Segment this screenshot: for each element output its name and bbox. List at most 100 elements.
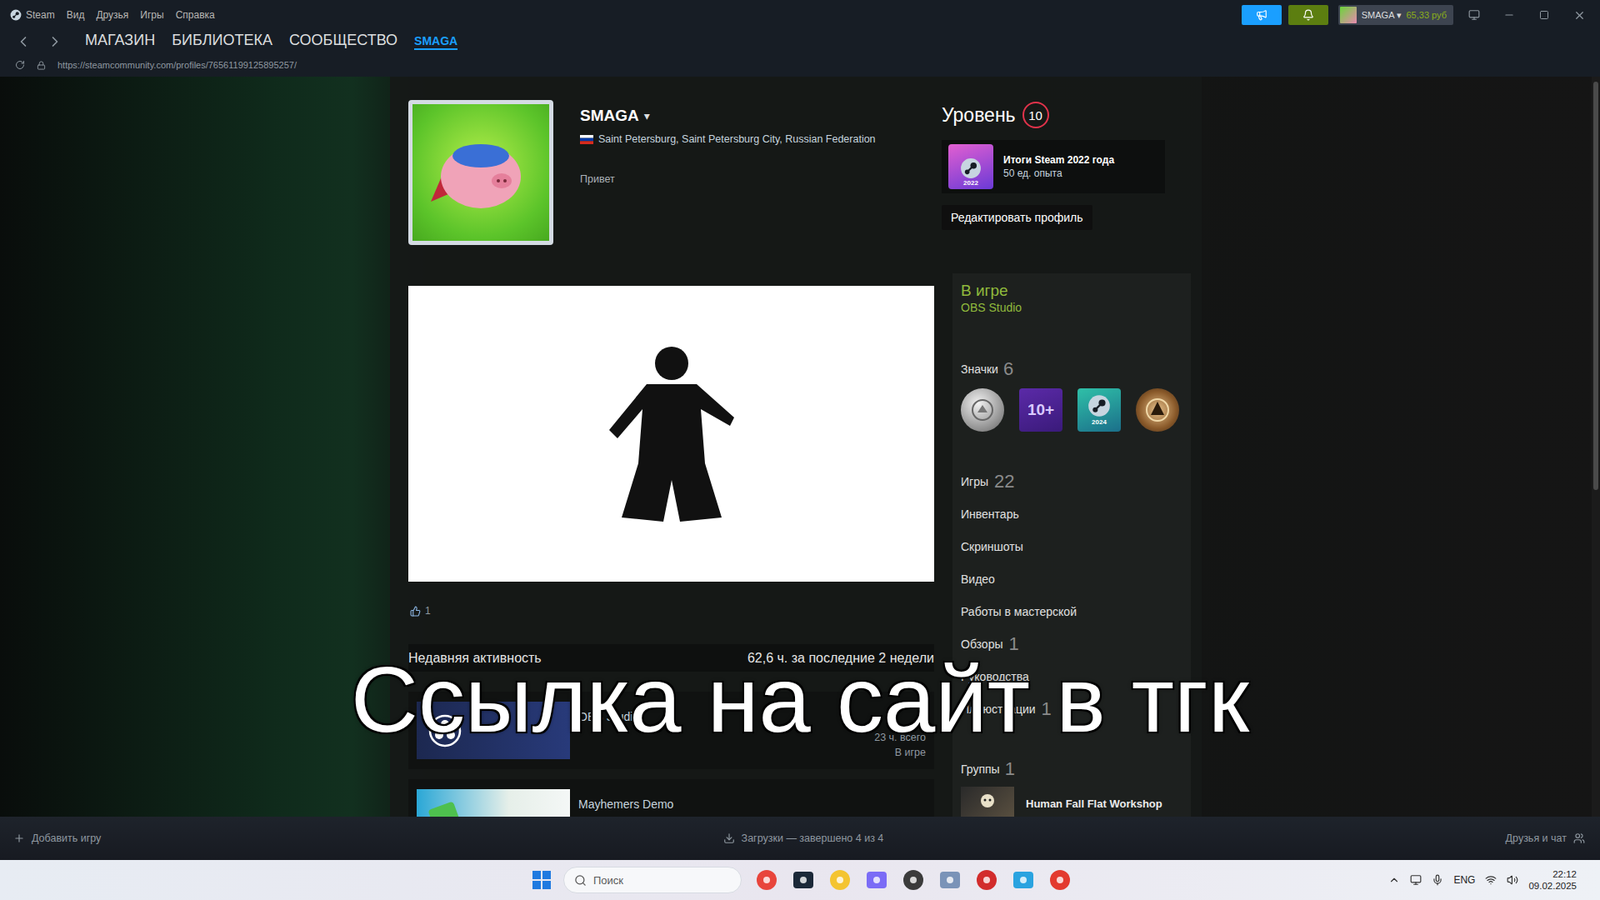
current-game: OBS Studio — [960, 300, 1183, 315]
taskbar-app[interactable] — [861, 865, 892, 895]
forward-arrow-icon — [46, 33, 64, 50]
mayhemers-logo-icon — [428, 801, 462, 818]
app-icon — [865, 869, 888, 891]
nav-tab[interactable]: СООБЩЕСТВО — [289, 31, 398, 52]
menu-item[interactable]: Игры — [140, 9, 164, 21]
taskbar-app[interactable] — [825, 865, 855, 895]
steam-2024-logo-icon — [1087, 394, 1111, 418]
taskbar-app[interactable] — [1008, 865, 1039, 895]
add-game-button[interactable]: Добавить игру — [13, 832, 101, 845]
bell-icon — [1302, 9, 1315, 21]
profile-link[interactable]: Скриншоты — [960, 530, 1183, 563]
profile-link[interactable]: Инвентарь — [960, 497, 1183, 530]
game-capsule — [416, 701, 570, 760]
profile-link[interactable]: Обзоры1 — [960, 627, 1183, 660]
taskbar-app[interactable] — [898, 865, 929, 895]
close-button[interactable] — [1565, 4, 1594, 26]
input-language[interactable]: ENG — [1453, 874, 1475, 886]
tray-overflow-icon — [1388, 874, 1400, 886]
title-bar: Steam Вид Друзья Игры Справка SMAGA ▾65,33 ру… — [0, 0, 1600, 30]
nav-tab[interactable]: SMAGA — [414, 34, 458, 50]
profile-summary: Привет — [580, 173, 942, 185]
profile-link[interactable]: Иллюстрации1 — [960, 692, 1183, 725]
video-subtitle: Ссылка на сайт в тгк — [0, 648, 1600, 751]
menu-item[interactable]: Друзья — [95, 9, 129, 21]
refresh-icon — [15, 60, 25, 70]
taskbar-search[interactable]: Поиск — [563, 866, 742, 894]
megaphone-icon — [1255, 9, 1268, 21]
profile-identity: SMAGA▾Saint Petersburg, Saint Petersburg… — [553, 100, 942, 274]
clock-time: 22:12 — [1552, 869, 1577, 880]
taskbar-app[interactable] — [751, 865, 782, 895]
group-picture-icon — [975, 790, 1000, 816]
game-meta: 23 ч. всегоВ игре — [874, 701, 926, 759]
level-panel: Уровень102022Итоги Steam 2022 года50 ед.… — [941, 100, 1192, 274]
likes-row[interactable]: 1 — [408, 595, 935, 626]
group-avatar — [960, 786, 1015, 817]
game-name: Mayhemers Demo — [578, 789, 926, 811]
back-button[interactable] — [11, 33, 35, 50]
minimize-icon — [1503, 9, 1515, 21]
nav-tab[interactable]: БИБЛИОТЕКА — [171, 31, 273, 52]
menu-item[interactable]: Вид — [66, 9, 85, 21]
profile-link[interactable]: Руководства — [960, 660, 1183, 693]
app-icon — [939, 869, 961, 891]
game-row[interactable]: Mayhemers Demo — [408, 779, 935, 817]
announcements-button[interactable] — [1241, 5, 1282, 25]
microphone-icon — [1431, 874, 1444, 886]
game-row[interactable]: OBS Studio 23 ч. всегоВ игре — [408, 691, 935, 770]
minimize-button[interactable] — [1495, 4, 1524, 26]
notifications-button[interactable] — [1288, 5, 1329, 25]
steam-badge[interactable]: 2024 — [1077, 388, 1121, 432]
year-review-badge-icon: 2022 — [948, 144, 994, 190]
edit-profile-button[interactable]: Редактировать профиль — [941, 205, 1093, 230]
artwork-showcase[interactable] — [408, 285, 935, 582]
steam-menu[interactable]: Steam — [10, 9, 55, 21]
profile-link[interactable]: Игры22 — [960, 465, 1183, 498]
app-icon — [792, 869, 815, 891]
taskbar-app[interactable] — [935, 865, 965, 895]
downloads-status[interactable]: Загрузки — завершено 4 из 4 — [723, 832, 885, 845]
emblem-badge[interactable] — [1135, 388, 1180, 432]
scrollbar[interactable] — [1591, 76, 1600, 817]
group-item[interactable]: Human Fall Flat Workshop — [960, 786, 1183, 817]
nav-tabs: МАГАЗИН БИБЛИОТЕКА СООБЩЕСТВО SMAGA — [85, 31, 458, 52]
maximize-button[interactable] — [1530, 4, 1559, 26]
bottom-bar: Добавить игру Загрузки — завершено 4 из 4… — [0, 816, 1600, 860]
clock[interactable]: 22:1209.02.2025 — [1528, 869, 1589, 891]
account-menu[interactable]: SMAGA ▾65,33 руб — [1338, 5, 1454, 25]
profile-sidebar: В игреOBS StudioЗначки610+2024Игры22Инве… — [952, 273, 1191, 817]
badges-row: 10+ 2024 — [960, 388, 1183, 432]
menu-item[interactable]: Справка — [175, 9, 215, 21]
system-tray: ENG 22:1209.02.2025 — [1388, 869, 1589, 891]
url-bar: https://steamcommunity.com/profiles/7656… — [0, 53, 1600, 77]
profile-name-row[interactable]: SMAGA▾ — [580, 106, 942, 125]
forward-button[interactable] — [43, 33, 67, 50]
like-count: 1 — [425, 605, 431, 617]
profile-link[interactable]: Работы в мастерской — [960, 595, 1183, 628]
taskbar-apps: Поиск — [526, 860, 1075, 900]
profile-link[interactable]: Видео — [960, 562, 1183, 595]
taskbar-app[interactable] — [1045, 865, 1075, 895]
maximize-icon — [1539, 10, 1550, 20]
windows-logo-icon — [532, 870, 551, 890]
big-picture-button[interactable] — [1460, 4, 1489, 26]
game-name: OBS Studio — [578, 701, 866, 724]
url-text[interactable]: https://steamcommunity.com/profiles/7656… — [57, 60, 297, 70]
start-button[interactable] — [526, 865, 557, 895]
groups-header[interactable]: Группы1 — [960, 756, 1183, 782]
coin-badge[interactable] — [960, 388, 1005, 432]
steam-window: Steam Вид Друзья Игры Справка SMAGA ▾65,33 ру… — [0, 0, 1600, 900]
volume-icon — [1506, 874, 1519, 886]
taskbar-app[interactable] — [788, 865, 819, 895]
friends-chat-button[interactable]: Друзья и чат — [1505, 832, 1585, 845]
display-icon — [1410, 874, 1422, 886]
search-icon — [574, 874, 587, 887]
profile-links: Игры22ИнвентарьСкриншотыВидеоРаботы в ма… — [960, 465, 1183, 725]
featured-badge[interactable]: 2022Итоги Steam 2022 года50 ед. опыта — [941, 140, 1165, 194]
scroll-thumb[interactable] — [1593, 81, 1599, 490]
taskbar-app[interactable] — [971, 865, 1002, 895]
nav-tab[interactable]: МАГАЗИН — [85, 31, 155, 52]
years-badge[interactable]: 10+ — [1019, 388, 1063, 432]
badges-header[interactable]: Значки6 — [960, 356, 1183, 382]
